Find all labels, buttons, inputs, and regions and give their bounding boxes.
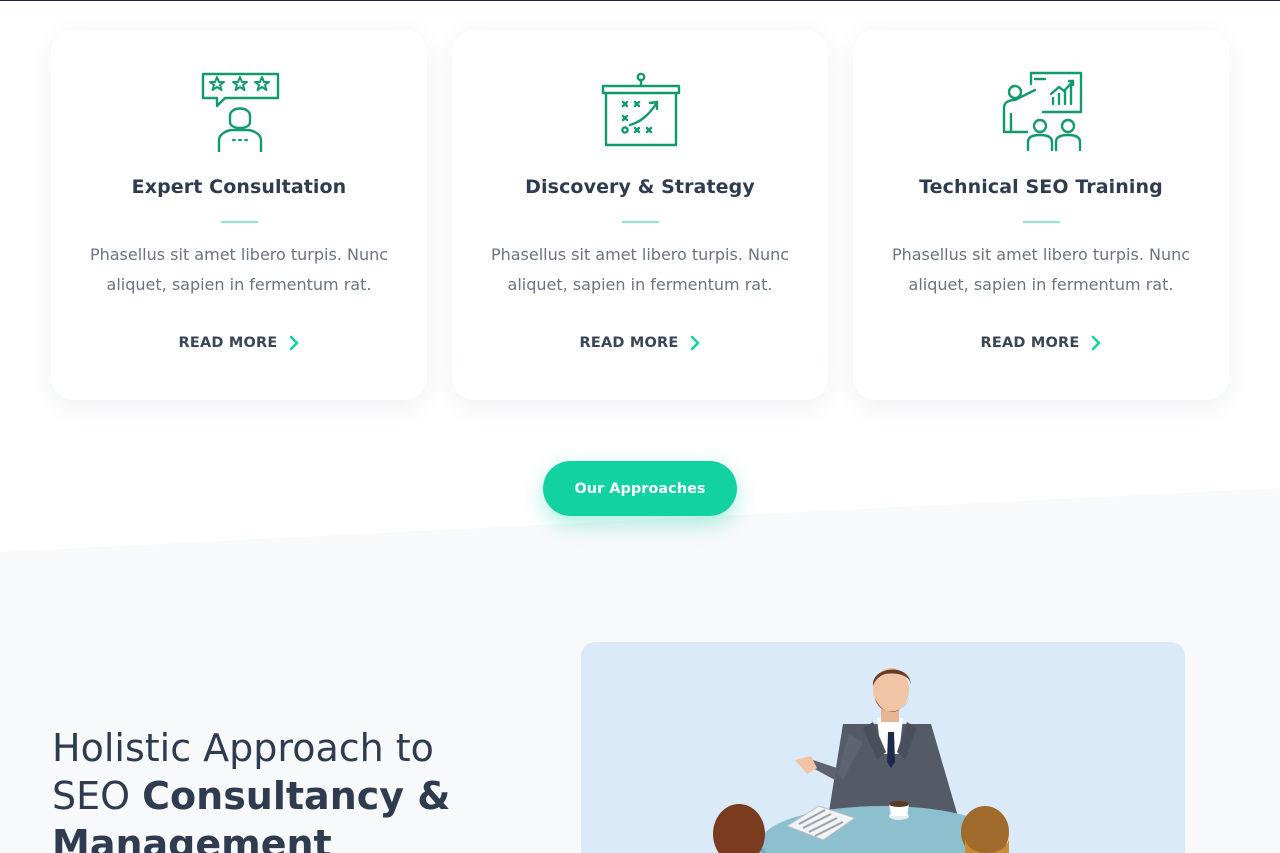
read-more-link[interactable]: READ MORE	[452, 335, 828, 351]
card-title: Expert Consultation	[131, 176, 347, 198]
our-approaches-button[interactable]: Our Approaches	[543, 461, 737, 516]
title-divider	[221, 221, 258, 223]
service-card-discovery-strategy: Discovery & Strategy Phasellus sit amet …	[452, 30, 828, 400]
business-meeting-illustration	[581, 642, 1185, 853]
read-more-label: READ MORE	[980, 335, 1080, 351]
presentation-training-icon	[1002, 71, 1083, 152]
read-more-label: READ MORE	[579, 335, 679, 351]
section-heading: Holistic Approach to SEO Consultancy & M…	[52, 724, 512, 853]
card-title: Technical SEO Training	[919, 176, 1163, 198]
card-description-line: Phasellus sit amet libero turpis. Nunc	[89, 245, 389, 264]
strategy-board-icon	[601, 72, 681, 147]
card-description-line: Phasellus sit amet libero turpis. Nunc	[891, 245, 1191, 264]
card-description-line: aliquet, sapien in fermentum rat.	[507, 275, 773, 294]
read-more-link[interactable]: READ MORE	[853, 335, 1229, 351]
chevron-right-icon	[1091, 335, 1100, 351]
title-divider	[622, 221, 659, 223]
service-card-technical-seo-training: Technical SEO Training Phasellus sit ame…	[853, 30, 1229, 400]
chevron-right-icon	[690, 335, 699, 351]
card-description-line: Phasellus sit amet libero turpis. Nunc	[490, 245, 790, 264]
card-description: Phasellus sit amet libero turpis. Nunc a…	[488, 240, 792, 300]
top-border	[0, 0, 1280, 1]
chevron-right-icon	[289, 335, 298, 351]
title-divider	[1023, 221, 1060, 223]
read-more-label: READ MORE	[178, 335, 278, 351]
read-more-link[interactable]: READ MORE	[51, 335, 427, 351]
card-description: Phasellus sit amet libero turpis. Nunc a…	[889, 240, 1193, 300]
card-description-line: aliquet, sapien in fermentum rat.	[908, 275, 1174, 294]
card-description: Phasellus sit amet libero turpis. Nunc a…	[87, 240, 391, 300]
card-title: Discovery & Strategy	[525, 176, 755, 198]
rating-review-icon	[201, 72, 280, 152]
service-card-expert-consultation: Expert Consultation Phasellus sit amet l…	[51, 30, 427, 400]
meeting-illustration-graphic	[713, 668, 1009, 853]
card-description-line: aliquet, sapien in fermentum rat.	[106, 275, 372, 294]
